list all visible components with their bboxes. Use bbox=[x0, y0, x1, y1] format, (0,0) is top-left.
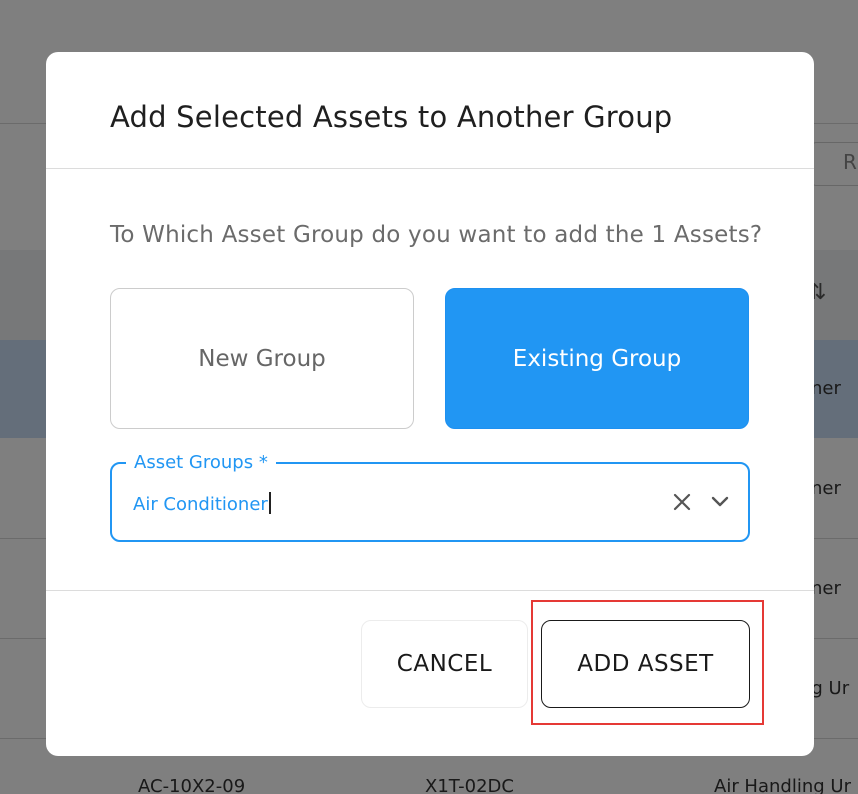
asset-groups-value: Air Conditioner bbox=[133, 494, 268, 515]
cancel-button-label: CANCEL bbox=[396, 651, 493, 677]
add-asset-button-label: ADD ASSET bbox=[577, 651, 714, 677]
dialog-title: Add Selected Assets to Another Group bbox=[110, 100, 673, 134]
asset-groups-select[interactable]: Asset Groups * Air Conditioner bbox=[110, 452, 750, 542]
cancel-button[interactable]: CANCEL bbox=[361, 620, 528, 708]
dialog-question: To Which Asset Group do you want to add … bbox=[110, 222, 763, 248]
text-cursor bbox=[268, 492, 271, 514]
clear-icon[interactable] bbox=[670, 490, 694, 514]
asset-groups-input[interactable]: Air Conditioner bbox=[133, 492, 271, 515]
existing-group-option[interactable]: Existing Group bbox=[445, 288, 749, 429]
add-to-group-dialog: Add Selected Assets to Another Group To … bbox=[46, 52, 814, 756]
existing-group-label: Existing Group bbox=[512, 345, 682, 372]
dialog-footer-divider bbox=[46, 590, 814, 591]
new-group-label: New Group bbox=[198, 345, 326, 372]
new-group-option[interactable]: New Group bbox=[110, 288, 414, 429]
asset-groups-label: Asset Groups * bbox=[126, 452, 276, 473]
chevron-down-icon[interactable] bbox=[710, 492, 730, 512]
add-asset-button[interactable]: ADD ASSET bbox=[541, 620, 750, 708]
dialog-header: Add Selected Assets to Another Group bbox=[46, 52, 814, 169]
